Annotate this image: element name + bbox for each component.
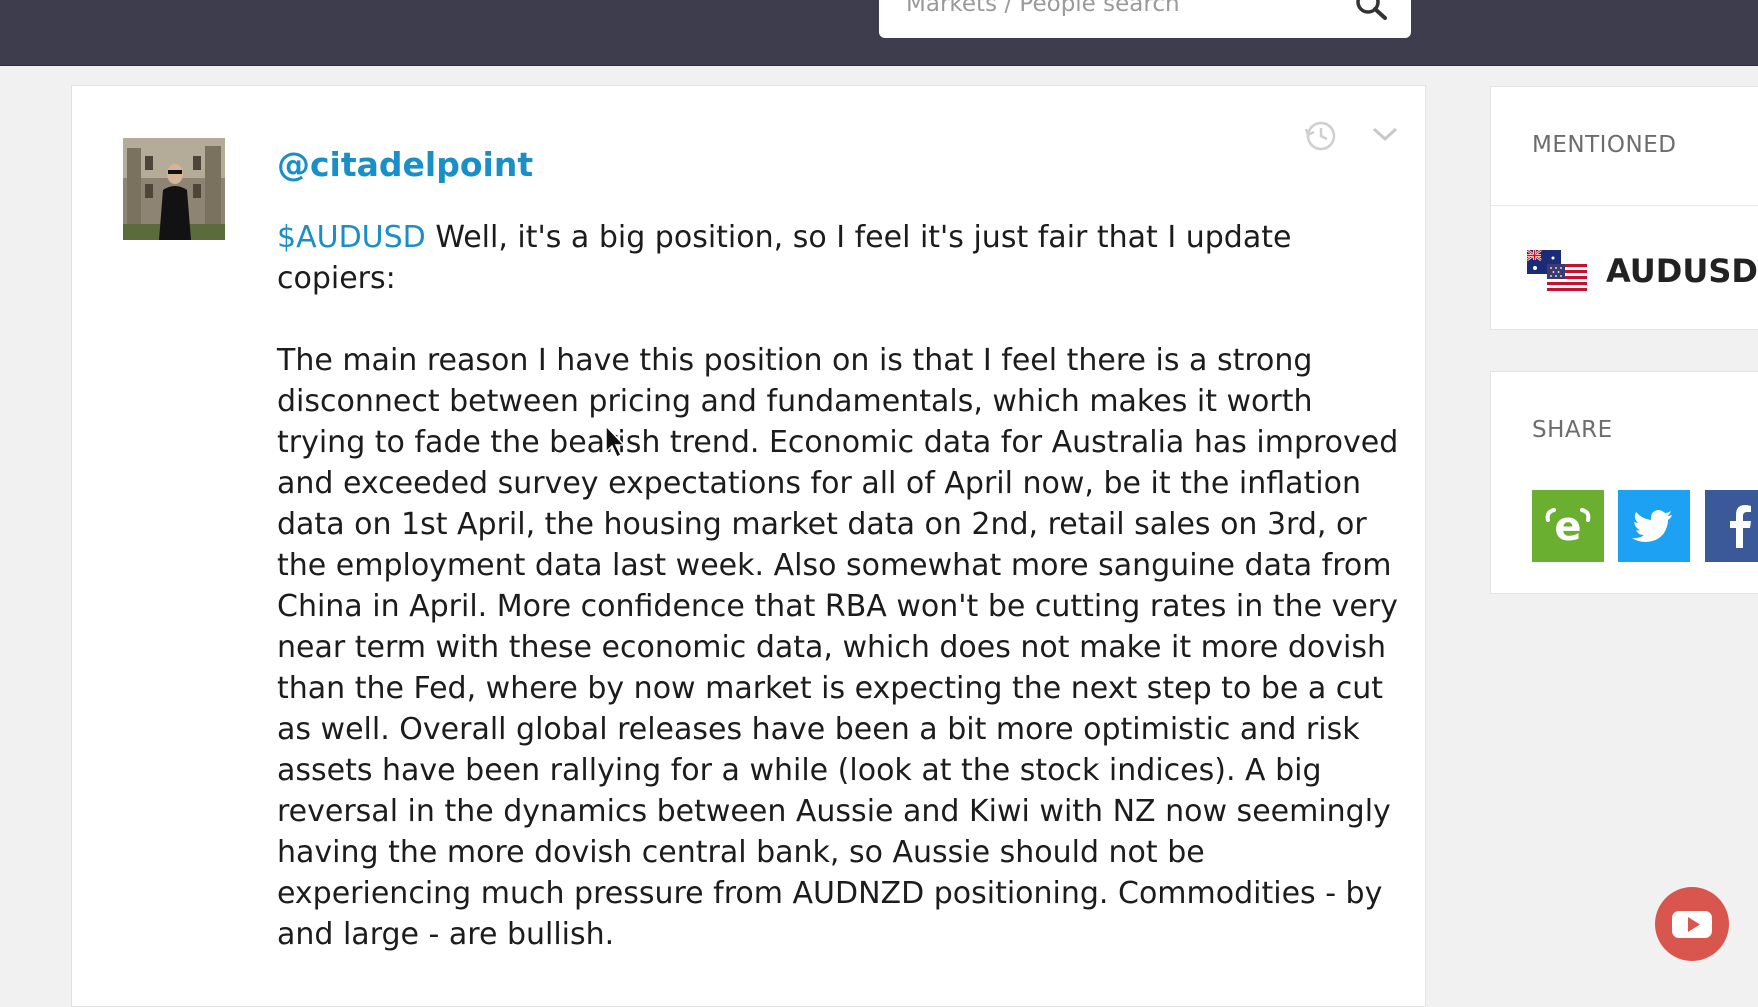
twitter-share-button[interactable] xyxy=(1618,490,1690,562)
search-placeholder: Markets / People search xyxy=(906,0,1180,17)
svg-text:e: e xyxy=(1554,504,1581,550)
etoro-share-button[interactable]: e xyxy=(1532,490,1604,562)
ticker-link[interactable]: $AUDUSD xyxy=(277,220,426,255)
search-input[interactable]: Markets / People search xyxy=(879,0,1411,38)
mentioned-item-audusd[interactable]: AUDUSD xyxy=(1527,247,1758,297)
post-intro-text: Well, it's a big position, so I feel it'… xyxy=(277,220,1292,296)
post-body-text: The main reason I have this position on … xyxy=(277,343,1399,952)
etoro-share-icon: e xyxy=(1545,504,1591,550)
mentioned-panel: MENTIONED AUDUSD xyxy=(1490,86,1758,330)
facebook-icon xyxy=(1730,505,1751,548)
history-icon[interactable] xyxy=(1304,119,1338,153)
divider xyxy=(1491,205,1758,206)
mentioned-title: MENTIONED xyxy=(1532,132,1677,158)
mentioned-symbol: AUDUSD xyxy=(1606,252,1758,290)
twitter-icon xyxy=(1632,510,1672,542)
username-link[interactable]: @citadelpoint xyxy=(277,141,533,189)
search-icon[interactable] xyxy=(1355,0,1389,20)
au-us-flag-icon xyxy=(1527,250,1587,292)
share-panel: SHARE e xyxy=(1490,371,1758,594)
post-card: @citadelpoint $AUDUSD Well, it's a big p… xyxy=(71,85,1426,1007)
avatar[interactable] xyxy=(123,138,225,240)
chevron-down-icon[interactable] xyxy=(1371,124,1399,144)
post-intro: $AUDUSD Well, it's a big position, so I … xyxy=(277,217,1407,299)
top-bar: Markets / People search xyxy=(0,0,1758,66)
share-title: SHARE xyxy=(1532,417,1613,443)
youtube-button[interactable] xyxy=(1655,887,1729,961)
facebook-share-button[interactable] xyxy=(1705,490,1758,562)
post-body: $AUDUSD Well, it's a big position, so I … xyxy=(277,217,1407,955)
youtube-icon xyxy=(1672,911,1712,938)
mouse-cursor-icon xyxy=(605,424,626,459)
